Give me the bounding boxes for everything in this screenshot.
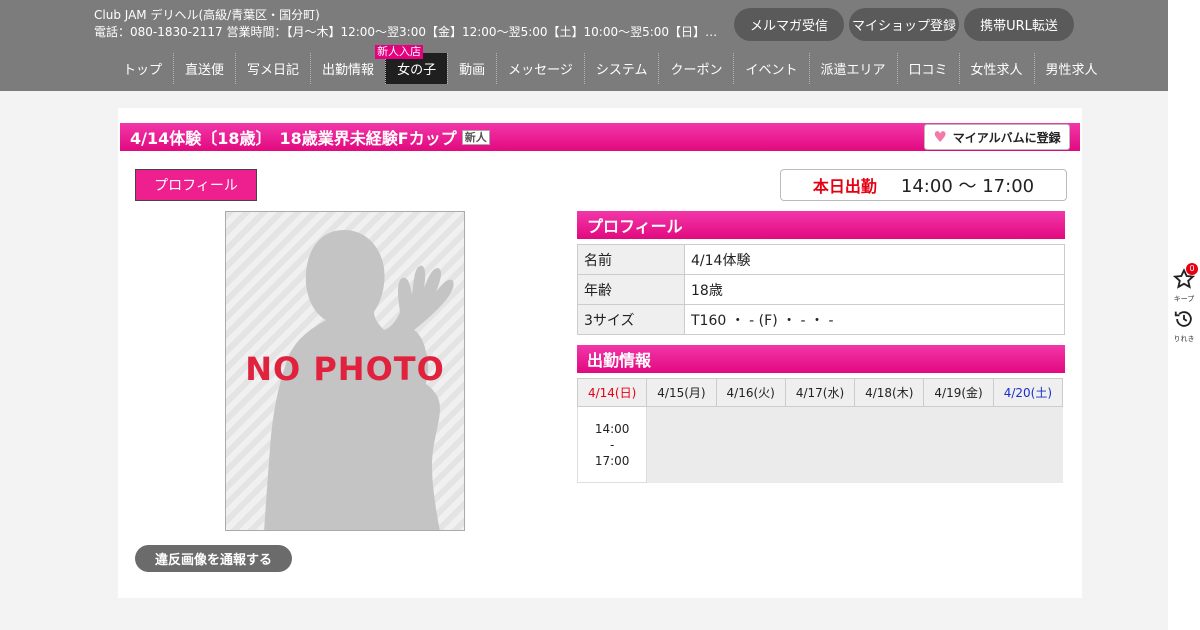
new-girl-tag: 新人 — [461, 129, 490, 145]
nav-diary[interactable]: 写メ日記 — [235, 53, 310, 84]
schedule-cell — [646, 406, 717, 483]
tab-profile[interactable]: プロフィール — [135, 169, 257, 201]
profile-value: T160 ・ - (F) ・ - ・ - — [684, 304, 1065, 335]
schedule-cell — [993, 406, 1063, 483]
schedule-heading: 出勤情報 — [577, 345, 1065, 373]
nav-male-jobs[interactable]: 男性求人 — [1033, 53, 1109, 84]
nav-top[interactable]: トップ — [112, 53, 173, 84]
no-photo-label: NO PHOTO — [245, 350, 445, 388]
girl-title-bar: 4/14体験〔18歳〕 18歳業界未経験Fカップ 新人 ♥ マイアルバムに登録 — [120, 123, 1080, 151]
table-row: 年齢 18歳 — [577, 274, 1065, 305]
girl-photo[interactable]: NO PHOTO — [225, 211, 465, 531]
nav-video[interactable]: 動画 — [447, 53, 496, 84]
nav-area[interactable]: 派遣エリア — [808, 53, 897, 84]
schedule-day: 4/15(月) — [646, 378, 717, 407]
profile-key: 年齢 — [577, 274, 685, 305]
shift-end: 17:00 — [594, 453, 630, 468]
today-time: 14:00 ～ 17:00 — [900, 176, 1035, 197]
profile-value: 18歳 — [684, 274, 1065, 305]
profile-table: 名前 4/14体験 年齢 18歳 3サイズ T160 ・ - (F) ・ - ・… — [577, 244, 1065, 335]
new-arrival-badge: 新人入店 — [375, 45, 424, 59]
nav-event[interactable]: イベント — [733, 53, 808, 84]
schedule-day: 4/16(火) — [715, 378, 786, 407]
history-icon — [1174, 311, 1192, 327]
schedule-day: 4/18(木) — [854, 378, 925, 407]
history-label: りれき — [1173, 335, 1195, 343]
mobile-url-button[interactable]: 携帯URL転送 — [964, 8, 1074, 41]
add-to-album-label: マイアルバムに登録 — [952, 130, 1061, 145]
schedule-day: 4/14(日) — [576, 378, 648, 407]
history-button[interactable]: りれき — [1172, 308, 1196, 344]
nav-female-jobs[interactable]: 女性求人 — [958, 53, 1034, 84]
side-rail: 0 キープ りれき — [1168, 0, 1200, 630]
keep-label: キープ — [1173, 295, 1195, 303]
shift-separator: - — [609, 437, 615, 452]
girl-profile-panel: 4/14体験〔18歳〕 18歳業界未経験Fカップ 新人 ♥ マイアルバムに登録 … — [118, 108, 1082, 598]
schedule-cell: 14:00 - 17:00 — [576, 406, 648, 483]
my-shop-button[interactable]: マイショップ登録 — [849, 8, 959, 41]
schedule-days-row: 4/14(日) 4/15(月) 4/16(火) 4/17(水) 4/18(木) … — [576, 378, 1064, 407]
profile-key: 名前 — [577, 244, 685, 275]
table-row: 名前 4/14体験 — [577, 244, 1065, 275]
schedule-day: 4/17(水) — [784, 378, 856, 407]
main-nav: トップ 直送便 写メ日記 出勤情報 新人入店 女の子 動画 メッセージ システム… — [112, 45, 1109, 84]
nav-system[interactable]: システム — [583, 53, 659, 84]
profile-heading: プロフィール — [577, 211, 1065, 239]
schedule-cell — [716, 406, 786, 483]
keep-count-badge: 0 — [1186, 263, 1198, 275]
heart-icon: ♥ — [933, 128, 947, 146]
shop-name[interactable]: Club JAM デリヘル(高級/青葉区・国分町) — [94, 6, 320, 23]
schedule-table: 4/14(日) 4/15(月) 4/16(火) 4/17(水) 4/18(木) … — [576, 378, 1064, 483]
nav-direct[interactable]: 直送便 — [173, 53, 235, 84]
schedule-cell — [923, 406, 994, 483]
keep-button[interactable]: 0 キープ — [1172, 263, 1198, 304]
newsletter-button[interactable]: メルマガ受信 — [734, 8, 844, 41]
schedule-cell — [854, 406, 924, 483]
profile-value: 4/14体験 — [684, 244, 1065, 275]
site-header: Club JAM デリヘル(高級/青葉区・国分町) 電話：080-1830-21… — [0, 0, 1168, 91]
nav-reviews[interactable]: 口コミ — [896, 53, 959, 84]
schedule-day: 4/19(金) — [923, 378, 994, 407]
schedule-day: 4/20(土) — [992, 378, 1064, 407]
table-row: 3サイズ T160 ・ - (F) ・ - ・ - — [577, 304, 1065, 335]
nav-girls-label: 女の子 — [397, 63, 437, 78]
profile-key: 3サイズ — [577, 304, 685, 335]
shop-info: 電話：080-1830-2117 営業時間：【月～木】12:00～翌3:00【金… — [94, 25, 719, 39]
nav-coupon[interactable]: クーポン — [658, 53, 733, 84]
nav-girls[interactable]: 新人入店 女の子 — [375, 45, 448, 84]
report-image-button[interactable]: 違反画像を通報する — [135, 545, 292, 572]
nav-schedule[interactable]: 出勤情報 — [310, 53, 385, 84]
girl-title: 4/14体験〔18歳〕 18歳業界未経験Fカップ — [130, 129, 457, 148]
add-to-album-button[interactable]: ♥ マイアルバムに登録 — [924, 124, 1070, 150]
schedule-cell — [785, 406, 855, 483]
schedule-times-row: 14:00 - 17:00 — [576, 406, 1063, 483]
today-shift: 本日出勤 14:00 ～ 17:00 — [780, 169, 1067, 201]
nav-message[interactable]: メッセージ — [496, 53, 584, 84]
shift-start: 14:00 — [594, 421, 630, 436]
today-label: 本日出勤 — [812, 177, 877, 196]
